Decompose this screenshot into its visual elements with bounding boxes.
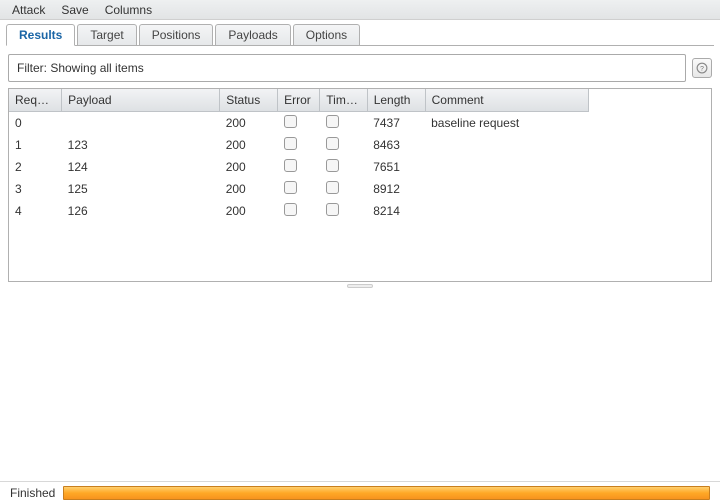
col-payload[interactable]: Payload <box>62 89 220 112</box>
status-label: Finished <box>10 486 55 500</box>
cell-error <box>278 200 320 222</box>
cell-status: 200 <box>220 112 278 135</box>
col-request[interactable]: Requ... <box>9 89 62 112</box>
cell-timeout <box>320 200 367 222</box>
cell-comment <box>425 156 588 178</box>
tab-options[interactable]: Options <box>293 24 360 45</box>
help-icon: ? <box>696 62 708 74</box>
tab-target[interactable]: Target <box>77 24 136 45</box>
cell-comment <box>425 134 588 156</box>
cell-payload: 124 <box>62 156 220 178</box>
table-row[interactable]: 2124200 7651 <box>9 156 589 178</box>
results-table[interactable]: Requ... Payload Status Error Time... Len… <box>9 89 589 222</box>
cell-length: 7437 <box>367 112 425 135</box>
help-button[interactable]: ? <box>692 58 712 78</box>
cell-length: 8463 <box>367 134 425 156</box>
table-header-row: Requ... Payload Status Error Time... Len… <box>9 89 589 112</box>
col-request-label: Requ... <box>15 93 54 107</box>
checkbox-icon <box>284 159 297 172</box>
splitter-grip-icon <box>347 284 373 288</box>
tab-payloads[interactable]: Payloads <box>215 24 290 45</box>
cell-comment <box>425 178 588 200</box>
progress-bar <box>63 486 710 500</box>
checkbox-icon <box>284 137 297 150</box>
table-row[interactable]: 4126200 8214 <box>9 200 589 222</box>
content-panel: Filter: Showing all items ? Requ... Payl… <box>0 46 720 298</box>
tab-strip: Results Target Positions Payloads Option… <box>0 20 720 46</box>
col-timeout[interactable]: Time... <box>320 89 367 112</box>
cell-status: 200 <box>220 178 278 200</box>
cell-timeout <box>320 134 367 156</box>
status-bar: Finished <box>0 481 720 503</box>
cell-length: 8912 <box>367 178 425 200</box>
menu-attack[interactable]: Attack <box>6 1 51 19</box>
col-error[interactable]: Error <box>278 89 320 112</box>
checkbox-icon <box>326 181 339 194</box>
col-comment[interactable]: Comment <box>425 89 588 112</box>
cell-payload: 123 <box>62 134 220 156</box>
cell-status: 200 <box>220 200 278 222</box>
cell-comment <box>425 200 588 222</box>
tab-positions[interactable]: Positions <box>139 24 214 45</box>
cell-status: 200 <box>220 134 278 156</box>
cell-status: 200 <box>220 156 278 178</box>
table-row[interactable]: 0 200 7437baseline request <box>9 112 589 135</box>
checkbox-icon <box>326 115 339 128</box>
cell-timeout <box>320 178 367 200</box>
cell-length: 8214 <box>367 200 425 222</box>
splitter[interactable] <box>8 282 712 290</box>
table-row[interactable]: 3125200 8912 <box>9 178 589 200</box>
tab-results[interactable]: Results <box>6 24 75 46</box>
cell-timeout <box>320 156 367 178</box>
cell-length: 7651 <box>367 156 425 178</box>
col-status[interactable]: Status <box>220 89 278 112</box>
cell-error <box>278 178 320 200</box>
col-length[interactable]: Length <box>367 89 425 112</box>
cell-payload: 126 <box>62 200 220 222</box>
cell-request: 2 <box>9 156 62 178</box>
cell-request: 3 <box>9 178 62 200</box>
menu-bar: Attack Save Columns <box>0 0 720 20</box>
sort-asc-icon <box>56 98 62 104</box>
cell-request: 0 <box>9 112 62 135</box>
svg-text:?: ? <box>700 65 704 72</box>
filter-bar: Filter: Showing all items ? <box>8 54 712 82</box>
checkbox-icon <box>326 159 339 172</box>
results-table-container: Requ... Payload Status Error Time... Len… <box>8 88 712 282</box>
cell-error <box>278 112 320 135</box>
cell-request: 1 <box>9 134 62 156</box>
checkbox-icon <box>326 203 339 216</box>
cell-error <box>278 134 320 156</box>
cell-timeout <box>320 112 367 135</box>
checkbox-icon <box>284 115 297 128</box>
cell-error <box>278 156 320 178</box>
checkbox-icon <box>284 181 297 194</box>
menu-save[interactable]: Save <box>55 1 94 19</box>
checkbox-icon <box>284 203 297 216</box>
table-row[interactable]: 1123200 8463 <box>9 134 589 156</box>
filter-display[interactable]: Filter: Showing all items <box>8 54 686 82</box>
cell-request: 4 <box>9 200 62 222</box>
cell-comment: baseline request <box>425 112 588 135</box>
menu-columns[interactable]: Columns <box>99 1 158 19</box>
checkbox-icon <box>326 137 339 150</box>
cell-payload <box>62 112 220 135</box>
cell-payload: 125 <box>62 178 220 200</box>
